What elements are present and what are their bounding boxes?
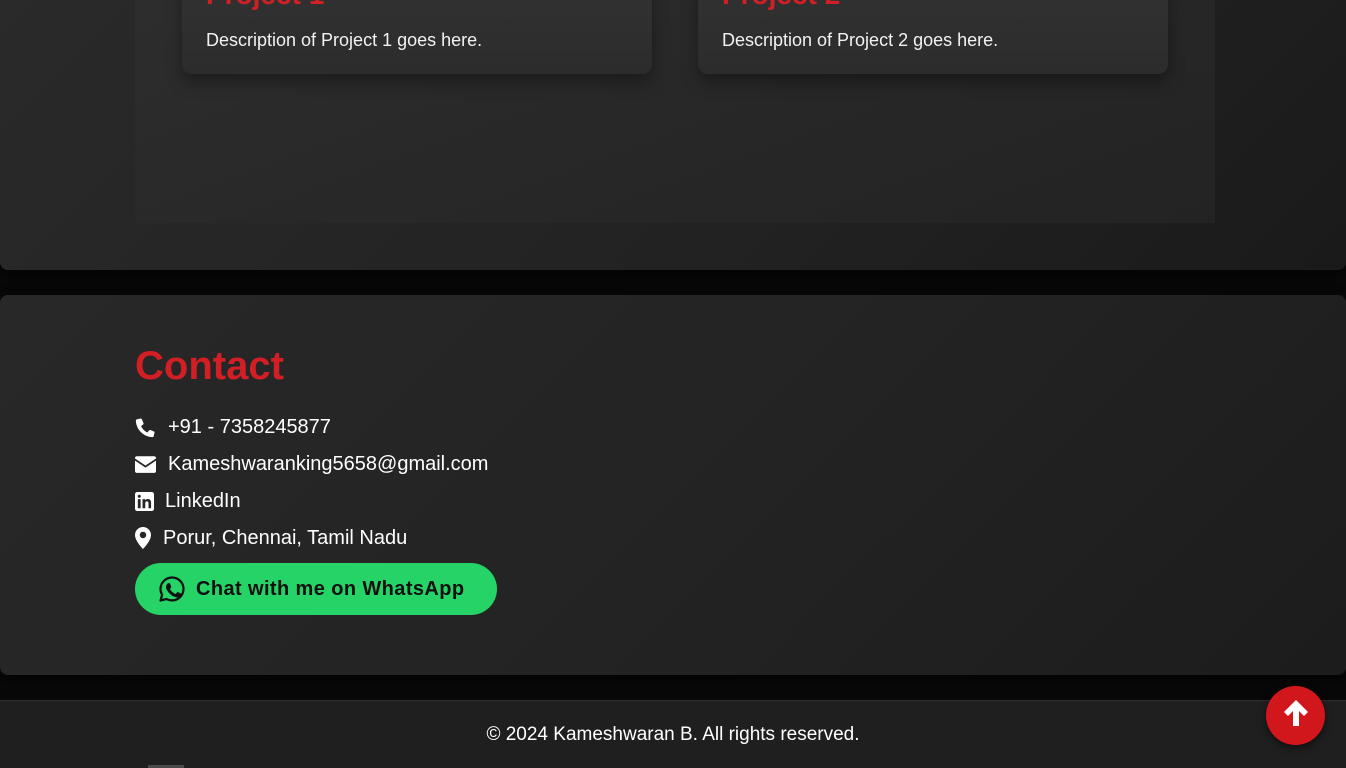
footer: © 2024 Kameshwaran B. All rights reserve…	[0, 700, 1346, 768]
map-pin-icon	[135, 527, 163, 549]
phone-icon	[135, 417, 168, 438]
location-text: Porur, Chennai, Tamil Nadu	[163, 526, 408, 549]
project-title: Project 1	[206, 0, 324, 12]
envelope-icon	[135, 455, 168, 473]
contact-location: Porur, Chennai, Tamil Nadu	[135, 525, 407, 551]
contact-heading: Contact	[135, 344, 284, 388]
whatsapp-button-label: Chat with me on WhatsApp	[196, 577, 465, 600]
contact-linkedin[interactable]: LinkedIn	[135, 488, 241, 514]
phone-number: +91 - 7358245877	[168, 415, 331, 438]
linkedin-icon	[135, 491, 165, 511]
project-card[interactable]: Project 2 Description of Project 2 goes …	[698, 0, 1168, 74]
linkedin-link[interactable]: LinkedIn	[165, 490, 241, 513]
email-address: Kameshwaranking5658@gmail.com	[168, 452, 489, 475]
project-card[interactable]: Project 1 Description of Project 1 goes …	[182, 0, 652, 74]
contact-section: Contact +91 - 7358245877 Kameshwaranking…	[0, 295, 1346, 675]
page: Project 1 Description of Project 1 goes …	[0, 0, 1346, 768]
whatsapp-icon	[159, 576, 185, 602]
whatsapp-chat-button[interactable]: Chat with me on WhatsApp	[135, 563, 497, 615]
project-title: Project 2	[722, 0, 840, 12]
copyright-text: © 2024 Kameshwaran B. All rights reserve…	[486, 724, 860, 745]
project-description: Description of Project 2 goes here.	[722, 30, 999, 50]
projects-section: Project 1 Description of Project 1 goes …	[0, 0, 1346, 270]
arrow-up-icon	[1282, 698, 1310, 733]
contact-email[interactable]: Kameshwaranking5658@gmail.com	[135, 451, 488, 477]
projects-grid: Project 1 Description of Project 1 goes …	[135, 0, 1215, 223]
project-description: Description of Project 1 goes here.	[206, 30, 483, 50]
scroll-to-top-button[interactable]	[1266, 686, 1325, 745]
contact-phone[interactable]: +91 - 7358245877	[135, 414, 331, 440]
